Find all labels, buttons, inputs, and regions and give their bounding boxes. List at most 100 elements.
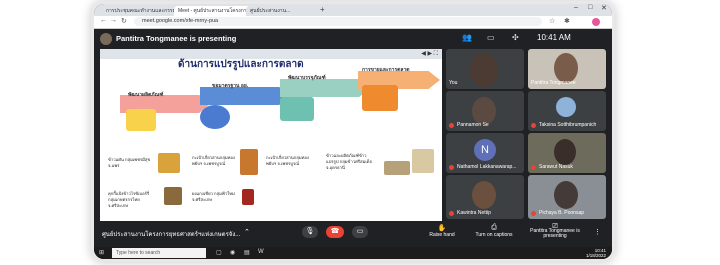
participant-name: Taksina Sotthibrumpanich [539,122,597,128]
participant-name: Pannamon Se [457,122,489,128]
product-photo [158,153,180,173]
mic-off-icon [449,165,454,170]
stage-label: ขอมาตรฐาน อย. [212,83,249,89]
browser-tab[interactable]: การประชุมคณะทำงานและกรรมการ... [102,6,180,16]
taskbar-search-input[interactable]: Type here to search [112,248,206,258]
bullet-text: ข้าวและผลิตภัณฑ์ข้าวแปรรูป กลุ่มข้าวศรีส… [326,153,372,170]
new-tab-button[interactable]: + [320,5,325,14]
raise-hand-button[interactable]: ✋ Raise hand [422,224,462,238]
system-date: 1/18/2022 [585,253,606,258]
file-explorer-icon[interactable]: ▤ [244,249,250,256]
bullet-text: ข้าวแต๋น กลุ่มเพชรมีสุข จ.แพร่ [108,157,151,168]
mic-off-icon [531,211,536,216]
bullet-text: คุกกี้แป้งข้าวไรซ์เบอร์รี่ กลุ่มเกษตรกรไ… [108,191,150,208]
stage-label: การขายและการตลาด [362,67,410,73]
product-photo [412,149,434,173]
more-options-icon[interactable]: ⋮ [594,228,601,236]
participant-tile[interactable]: Pichaya B. Poonsap [528,175,606,219]
product-photo [240,149,258,175]
participant-tile[interactable]: Sarawut Nasuk [528,133,606,173]
hand-icon: ✋ [437,225,447,232]
standard-certification-icon [200,105,230,129]
bullet-text: ผงแกงเขียว กลุ่มฟ้าใหม่ จ.ศรีสะเกษ [192,191,235,202]
clock: 10:41 AM [537,33,571,42]
presenting-button[interactable]: ⎚ Pantitra Tongmanee is presenting [524,223,586,239]
system-clock: 10:41 1/18/2022 [586,248,606,258]
windows-taskbar: ⊞ Type here to search ▢ ◉ ▤ W 10:41 1/18/… [94,247,612,259]
participant-tile[interactable]: Pantitra Tongmanee [528,49,606,89]
profile-avatar[interactable] [592,18,600,26]
captions-label: Turn on captions [475,232,513,238]
word-icon[interactable]: W [258,249,264,255]
shop-icon [362,85,398,111]
stage-label: พัฒนาผลิตภัณฑ์ [128,92,164,98]
participant-video [472,97,496,125]
presentation-controls[interactable]: ◀ ▶ ⛶ [421,50,438,58]
product-photo [242,189,254,205]
close-window-button[interactable]: ✕ [601,4,607,12]
product-photo [384,161,410,175]
participant-video [472,181,496,209]
reload-icon[interactable]: ↻ [121,17,127,25]
meeting-title: ศูนย์ประสานงานโครงการยุทธศาสตร์ฯแห่งเกษต… [102,232,241,238]
task-view-icon[interactable]: ▢ [216,249,222,256]
participant-name: You [449,80,458,86]
stage-label: พัฒนาบรรจุภัณฑ์ [288,75,326,81]
bullet-text: กะเป้าเกี่ยวสานกลุ่มทองพยับฯ จ.เพชรบูรณ์ [192,155,235,166]
shared-slide: ◀ ▶ ⛶ ด้านการแปรรูปและการตลาด พัฒนาผลิตภ… [100,49,442,221]
address-bar[interactable]: meet.google.com/xfe-mrny-pua [134,17,542,26]
participant-name: Sarawut Nasuk [539,164,573,170]
presenter-avatar [100,33,112,45]
presenter-banner: Pantitra Tongmanee is presenting [116,34,237,43]
participant-video [554,181,578,209]
participant-video [554,53,578,83]
participant-tile[interactable]: Kawintra Nettip [446,175,524,219]
mic-off-icon [449,211,454,216]
participant-tile[interactable]: Pannamon Se [446,91,524,131]
activities-icon[interactable]: ✣ [512,33,519,42]
participant-name: Pantitra Tongmanee [531,80,576,86]
participant-tile[interactable]: Taksina Sotthibrumpanich [528,91,606,131]
people-icon[interactable]: 👥 [462,33,472,42]
microphone-button[interactable]: 🎙 [302,226,318,238]
maximize-button[interactable]: □ [588,4,592,11]
mic-off-icon [531,123,536,128]
participant-avatar [556,97,576,117]
extensions-icon[interactable]: ✱ [564,17,570,25]
windows-start-icon[interactable]: ⊞ [99,249,104,256]
product-photo [164,187,182,205]
participant-initial-avatar: N [474,139,496,161]
packaging-icon [280,97,314,121]
participant-name: Pichaya B. Poonsap [539,210,585,216]
browser-tab-strip: การประชุมคณะทำงานและกรรมการ... Meet - ศู… [94,4,612,16]
presenting-label: Pantitra Tongmanee is presenting [530,228,580,239]
camera-button[interactable]: ▭ [352,226,368,238]
bullet-text: กะเป้าเกี่ยวสานกลุ่มทองพยับฯ จ.เพชรบูรณ์ [266,155,309,166]
browser-toolbar: ← → ↻ meet.google.com/xfe-mrny-pua ☆ ✱ [94,16,612,29]
chat-icon[interactable]: ▭ [487,33,495,42]
mic-off-icon [531,165,536,170]
browser-tab-active[interactable]: Meet - ศูนย์ประสานงานโครงการ... [174,6,252,16]
participant-video [554,139,576,165]
chrome-icon[interactable]: ◉ [230,249,235,256]
back-icon[interactable]: ← [100,17,107,24]
end-call-button[interactable]: ☎ [326,226,344,238]
minimize-button[interactable]: – [574,4,578,11]
bookmark-star-icon[interactable]: ☆ [549,17,555,25]
participant-video [470,53,498,87]
captions-button[interactable]: ⎙ Turn on captions [470,224,518,238]
participant-tile[interactable]: N Nathamol Lakkanawarap... [446,133,524,173]
captions-icon: ⎙ [491,224,497,231]
product-idea-icon [126,109,156,131]
participant-name: Kawintra Nettip [457,210,491,216]
participant-name: Nathamol Lakkanawarap... [457,164,517,170]
meet-control-bar: ศูนย์ประสานงานโครงการยุทธศาสตร์ฯแห่งเกษต… [94,221,612,247]
forward-icon[interactable]: → [110,17,117,24]
chevron-up-icon[interactable]: ⌃ [244,228,250,236]
slide-title: ด้านการแปรรูปและการตลาด [178,59,304,70]
browser-tab[interactable]: ศูนย์ประสานงาน... [246,6,324,16]
screenshot-frame: การประชุมคณะทำงานและกรรมการ... Meet - ศู… [94,4,612,259]
mic-off-icon [449,123,454,128]
meet-window: Pantitra Tongmanee is presenting 👥 ▭ ✣ 1… [94,29,612,259]
participant-tile[interactable]: You [446,49,524,89]
